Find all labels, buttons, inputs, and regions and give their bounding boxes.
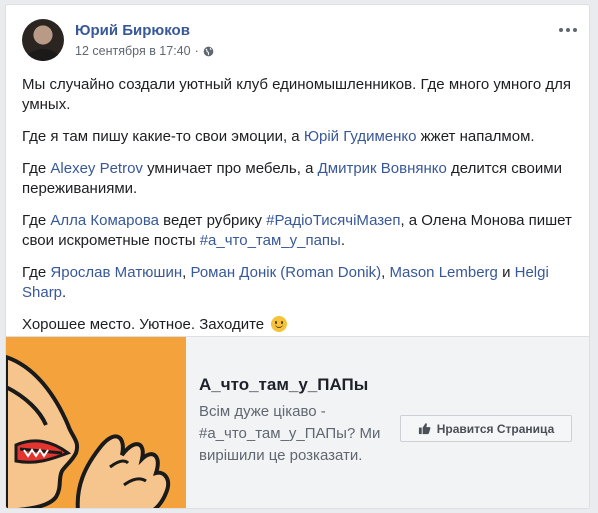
post-meta: 12 сентября в 17:40 · — [75, 44, 214, 58]
mention-link[interactable]: #РадіоТисячіМазеп — [266, 212, 400, 229]
post-text-segment: Где я там пишу какие-то свои эмоции, а — [22, 128, 304, 145]
smile-emoji-icon — [271, 316, 288, 332]
post-paragraph: Где Ярослав Матюшин, Роман Донік (Roman … — [22, 263, 574, 303]
post-paragraph: Где Алла Комарова ведет рубрику #РадіоТи… — [22, 211, 574, 251]
post-text-segment: Мы случайно создали уютный клуб единомыш… — [22, 76, 571, 113]
mention-link[interactable]: Ярослав Матюшин — [50, 264, 182, 281]
mention-link[interactable]: Alexey Petrov — [50, 160, 143, 177]
mention-link[interactable]: Дмитрик Вовнянко — [318, 160, 447, 177]
post-text-segment: Где — [22, 160, 51, 177]
post-text-segment: . — [62, 284, 67, 301]
shared-page-title[interactable]: А_что_там_у_ПАПы — [199, 375, 368, 395]
mention-link[interactable]: #а_что_там_у_папы — [200, 232, 341, 249]
post-text: Мы случайно создали уютный клуб единомыш… — [22, 75, 574, 347]
post-paragraph: Хорошее место. Уютное. Заходите — [22, 315, 574, 335]
post-text-segment: Хорошее место. Уютное. Заходите — [22, 316, 269, 333]
thumbs-up-icon — [418, 422, 431, 435]
author-name[interactable]: Юрий Бирюков — [75, 22, 190, 39]
globe-icon[interactable] — [203, 46, 214, 57]
shared-page-description: Всім дуже цікаво - #а_что_там_у_ПАПы? Ми… — [199, 403, 381, 464]
mention-link[interactable]: Юрій Гудименко — [304, 128, 417, 145]
post-paragraph: Мы случайно создали уютный клуб единомыш… — [22, 75, 574, 115]
post-header: Юрий Бирюков 12 сентября в 17:40 · — [18, 17, 578, 61]
post-card: Юрий Бирюков 12 сентября в 17:40 · Мы сл… — [5, 4, 590, 509]
author-avatar[interactable] — [22, 19, 64, 61]
like-page-label: Нравится Страница — [436, 421, 555, 436]
post-text-segment: Где — [22, 264, 51, 281]
post-text-segment: . — [340, 232, 346, 249]
post-text-segment: и — [497, 264, 515, 281]
post-text-segment: , — [381, 264, 390, 281]
post-timestamp[interactable]: 12 сентября в 17:40 — [75, 44, 191, 58]
mention-link[interactable]: Роман Донік (Roman Donik) — [190, 264, 381, 281]
whisper-face-icon[interactable] — [6, 337, 186, 508]
post-paragraph: Где я там пишу какие-то свои эмоции, а Ю… — [22, 127, 574, 147]
mention-link[interactable]: Mason Lemberg — [390, 264, 498, 281]
shared-page-preview[interactable]: А_что_там_у_ПАПы Всім дуже цікаво - #а_ч… — [6, 336, 589, 508]
post-text-segment: Где — [22, 212, 51, 229]
post-text-segment: ведет рубрику — [158, 212, 267, 229]
post-text-segment: жжет напалмом. — [416, 128, 535, 145]
post-paragraph: Где Alexey Petrov умничает про мебель, а… — [22, 159, 574, 199]
mention-link[interactable]: Алла Комарова — [50, 212, 159, 229]
like-page-button[interactable]: Нравится Страница — [400, 415, 572, 442]
more-dots-icon[interactable] — [556, 23, 580, 37]
meta-separator: · — [194, 44, 199, 58]
post-text-segment: умничает про мебель, а — [142, 160, 318, 177]
